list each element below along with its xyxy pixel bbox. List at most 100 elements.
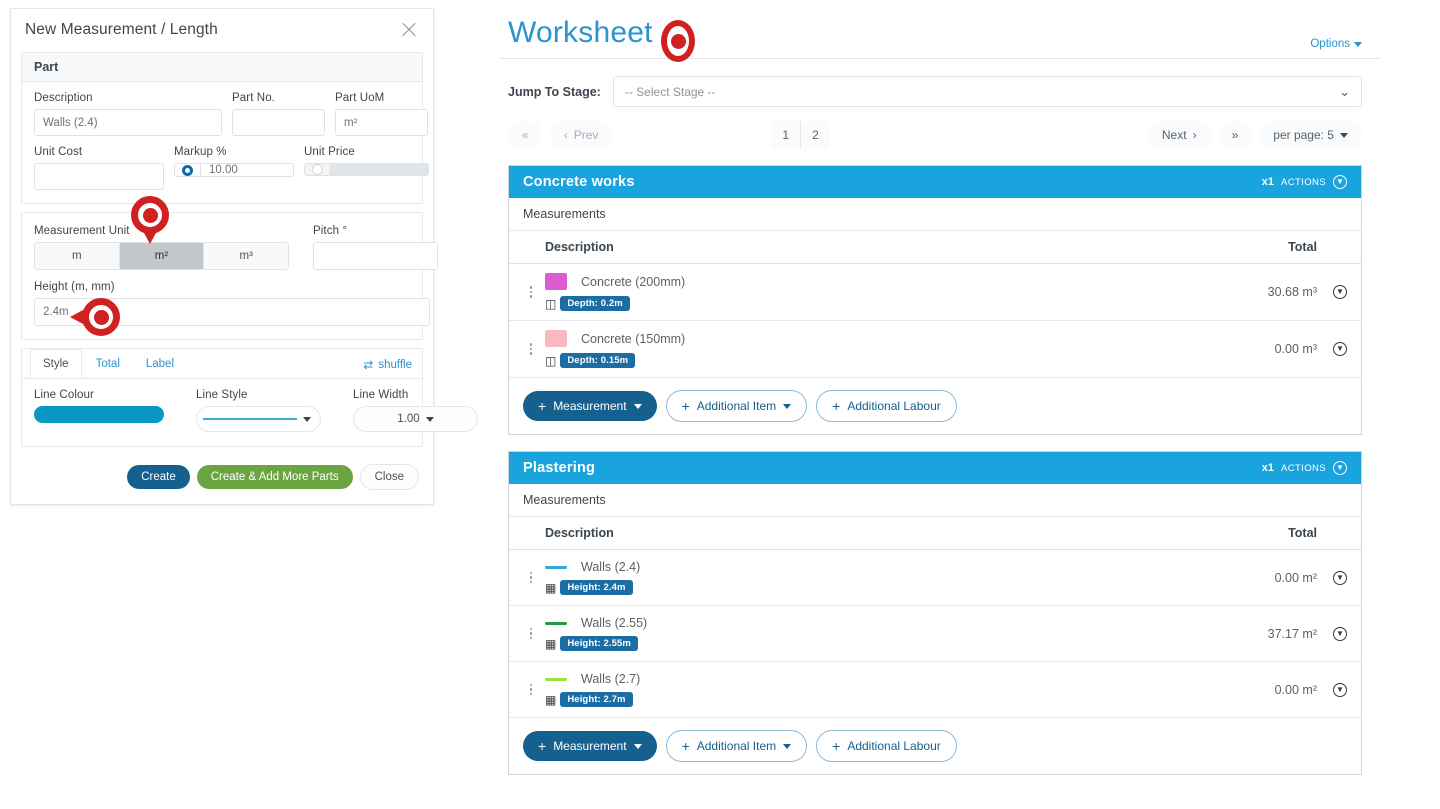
row-expand[interactable]: ▼ xyxy=(1317,570,1347,585)
actions-label: ACTIONS xyxy=(1280,176,1326,188)
row-drag-handle[interactable] xyxy=(523,683,539,696)
chevron-down-icon xyxy=(783,743,792,749)
dialog-footer: Create Create & Add More Parts Close xyxy=(11,455,433,504)
line-style-label: Line Style xyxy=(196,389,248,401)
measurements-label: Measurements xyxy=(509,198,1361,231)
part-no-field-group: Part No. xyxy=(232,92,325,136)
first-page-button[interactable]: « xyxy=(508,121,543,149)
last-page-button[interactable]: » xyxy=(1217,121,1253,149)
row-drag-handle[interactable] xyxy=(523,286,539,298)
close-icon[interactable] xyxy=(399,20,419,40)
unit-price-field-group: Unit Price xyxy=(304,146,429,190)
colour-swatch xyxy=(545,330,567,347)
pitch-input[interactable] xyxy=(313,242,438,270)
page-number-2[interactable]: 2 xyxy=(801,121,830,149)
unit-option-m[interactable]: m xyxy=(35,243,120,269)
stage-actions[interactable]: x1 ACTIONS ▼ xyxy=(1262,461,1347,475)
description-input[interactable]: Walls (2.4) xyxy=(34,109,222,136)
unit-cost-field-group: Unit Cost xyxy=(34,146,164,190)
chevron-down-icon xyxy=(1339,132,1348,138)
add-measurement-button[interactable]: + Measurement xyxy=(523,391,657,421)
next-page-button[interactable]: Next › xyxy=(1147,121,1211,149)
row-bottom: ▦ Height: 2.7m xyxy=(545,692,1207,707)
unit-option-m3[interactable]: m³ xyxy=(204,243,288,269)
tab-style[interactable]: Style xyxy=(30,349,82,378)
part-no-input[interactable] xyxy=(232,109,325,136)
style-panel: Style Total Label ⇄ shuffle Line Colour xyxy=(21,348,478,447)
prev-page-button[interactable]: ‹ Prev xyxy=(549,121,613,149)
chevron-down-icon xyxy=(783,403,792,409)
wall-icon: ▦ xyxy=(545,636,557,651)
shuffle-button[interactable]: ⇄ shuffle xyxy=(363,358,412,378)
markup-radio[interactable] xyxy=(174,163,200,177)
line-style-group: Line Style xyxy=(196,389,321,432)
row-expand[interactable]: ▼ xyxy=(1317,682,1347,697)
stage-card-plastering: Plastering x1 ACTIONS ▼ Measurements Des… xyxy=(508,451,1362,775)
next-label: Next xyxy=(1161,128,1187,142)
pitch-label: Pitch ° xyxy=(313,225,348,237)
chevron-down-circle-icon[interactable]: ▼ xyxy=(1333,175,1347,189)
chevron-down-circle-icon[interactable]: ▼ xyxy=(1333,342,1347,356)
add-measurement-button[interactable]: + Measurement xyxy=(523,731,657,761)
row-expand[interactable]: ▼ xyxy=(1317,285,1347,299)
unit-price-label: Unit Price xyxy=(304,146,355,158)
per-page-select[interactable]: per page: 5 xyxy=(1259,121,1362,149)
measurement-total: 0.00 m² xyxy=(1274,570,1317,585)
style-row: Line Colour Line Style Line Width 1.00 xyxy=(34,389,478,432)
worksheet-header: Worksheet Options xyxy=(500,0,1380,59)
chevron-right-icon: › xyxy=(1192,128,1197,142)
page-number-list: 1 2 xyxy=(771,121,830,149)
chevron-down-icon xyxy=(633,743,642,749)
unit-option-m2[interactable]: m² xyxy=(119,243,205,269)
tab-total[interactable]: Total xyxy=(84,349,132,378)
stage-footer-actions: + Measurement + Additional Item + Additi… xyxy=(509,378,1361,434)
plus-icon: + xyxy=(681,398,690,414)
add-additional-labour-button[interactable]: + Additional Labour xyxy=(816,730,957,762)
row-main: Walls (2.7) ▦ Height: 2.7m xyxy=(539,672,1207,707)
unit-cost-input[interactable] xyxy=(34,163,164,190)
status-badge: Depth: 0.2m xyxy=(560,296,630,311)
chevron-down-circle-icon[interactable]: ▼ xyxy=(1333,461,1347,475)
chevron-down-circle-icon[interactable]: ▼ xyxy=(1333,626,1347,641)
add-additional-item-button[interactable]: + Additional Item xyxy=(665,390,808,422)
line-width-select[interactable]: 1.00 xyxy=(353,406,478,432)
measurement-name: Concrete (200mm) xyxy=(581,274,686,289)
row-top: Walls (2.7) xyxy=(545,672,1207,686)
multiplier-label: x1 xyxy=(1261,176,1274,188)
create-add-more-parts-button[interactable]: Create & Add More Parts xyxy=(196,465,353,489)
measurement-unit-body: Measurement Unit m m² m³ Pitch ° Height … xyxy=(22,213,438,339)
line-style-select[interactable] xyxy=(196,406,321,432)
row-drag-handle[interactable] xyxy=(523,627,539,640)
stage-actions[interactable]: x1 ACTIONS ▼ xyxy=(1262,175,1347,189)
description-label: Description xyxy=(34,92,93,104)
options-menu[interactable]: Options xyxy=(1310,38,1362,50)
add-additional-labour-button[interactable]: + Additional Labour xyxy=(816,390,957,422)
stage-title: Plastering xyxy=(523,460,596,476)
height-input[interactable]: 2.4m xyxy=(34,298,430,326)
table-row: Walls (2.7) ▦ Height: 2.7m 0.00 m² ▼ xyxy=(509,662,1361,718)
chevron-down-circle-icon[interactable]: ▼ xyxy=(1333,682,1347,697)
markup-value-input[interactable]: 10.00 xyxy=(200,163,294,177)
unit-price-radio[interactable] xyxy=(304,163,330,176)
row-expand[interactable]: ▼ xyxy=(1317,342,1347,356)
radio-on-icon xyxy=(182,164,193,176)
jump-to-stage-select[interactable]: -- Select Stage -- ⌄ xyxy=(612,76,1362,107)
add-additional-item-button[interactable]: + Additional Item xyxy=(665,730,808,762)
row-drag-handle[interactable] xyxy=(523,571,539,584)
chevron-down-circle-icon[interactable]: ▼ xyxy=(1333,285,1347,299)
row-drag-handle[interactable] xyxy=(523,343,539,355)
tab-label[interactable]: Label xyxy=(134,349,186,378)
row-expand[interactable]: ▼ xyxy=(1317,626,1347,641)
line-colour-group: Line Colour xyxy=(34,389,164,432)
close-button[interactable]: Close xyxy=(359,464,419,490)
markup-field-group: Markup % 10.00 xyxy=(174,146,294,190)
part-uom-input[interactable]: m² xyxy=(335,109,428,136)
page-number-1[interactable]: 1 xyxy=(771,121,802,149)
row-bottom: ▦ Height: 2.4m xyxy=(545,580,1207,595)
create-button[interactable]: Create xyxy=(127,465,190,489)
status-badge: Depth: 0.15m xyxy=(560,353,636,368)
column-description: Description xyxy=(545,526,614,540)
chevron-down-circle-icon[interactable]: ▼ xyxy=(1333,570,1347,585)
line-colour-swatch[interactable] xyxy=(34,406,164,423)
add-measurement-label: Measurement xyxy=(553,739,627,753)
